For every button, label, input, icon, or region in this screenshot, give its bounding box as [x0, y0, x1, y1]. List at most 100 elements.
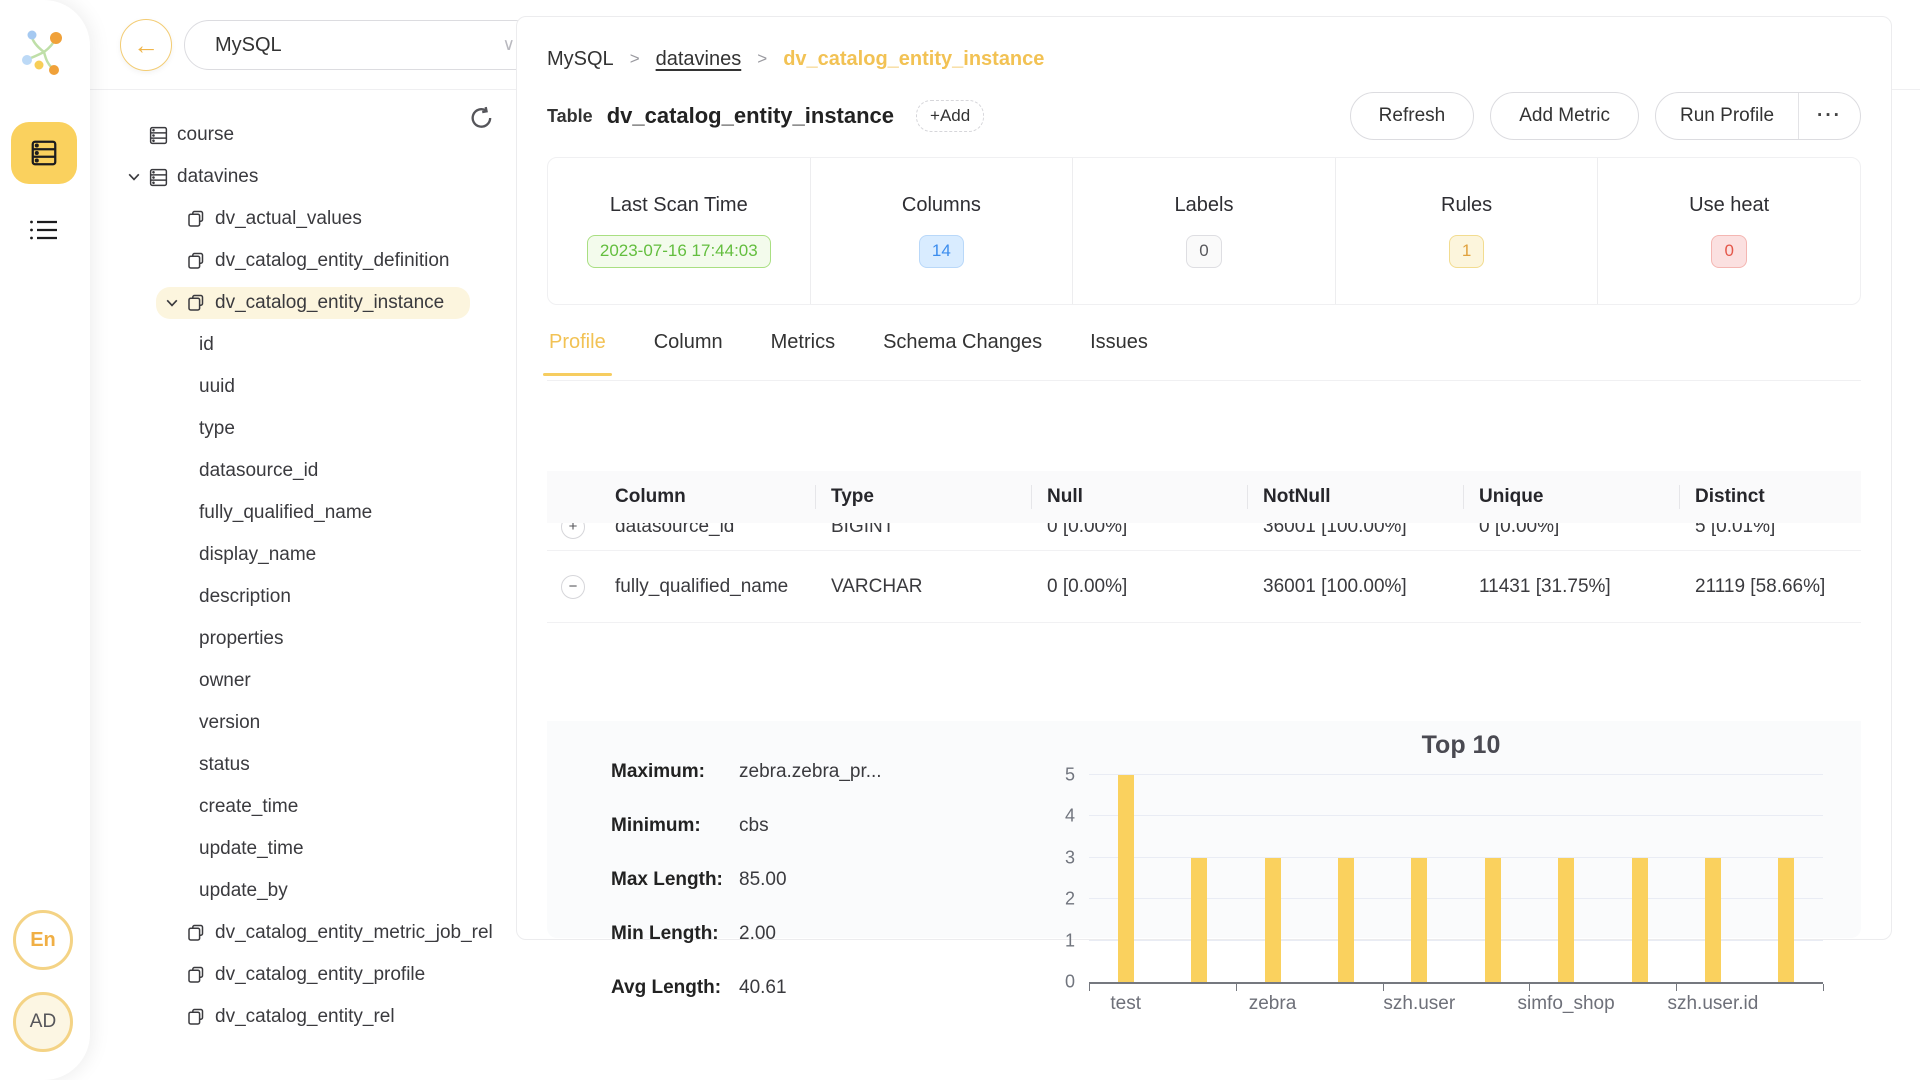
chart-gridline [1089, 774, 1823, 775]
action-buttons: Refresh Add Metric Run Profile ··· [1350, 92, 1861, 140]
back-button[interactable]: ← [120, 19, 172, 71]
cell-column: datasource_id [613, 523, 829, 538]
collapse-row-button[interactable]: − [561, 575, 585, 599]
tree-item-version[interactable]: version [100, 702, 508, 744]
chart-x-label: simfo_shop [1518, 993, 1615, 1015]
tree-item-create_time[interactable]: create_time [100, 786, 508, 828]
tree-item-type[interactable]: type [100, 408, 508, 450]
stat-value-badge: 0 [1711, 235, 1746, 268]
detail-max-length: Max Length:85.00 [611, 869, 941, 923]
chart-bar-slot [1603, 777, 1676, 982]
run-profile-button[interactable]: Run Profile [1656, 93, 1798, 139]
chart-bar-slot [1162, 777, 1235, 982]
tab-schema-changes[interactable]: Schema Changes [881, 323, 1044, 374]
table-icon [184, 965, 208, 985]
tree-item-label: dv_actual_values [215, 208, 362, 230]
cell-notnull: 36001 [100.00%] [1261, 576, 1477, 598]
tree-item-dv_catalog_entity_instance[interactable]: dv_catalog_entity_instance [100, 282, 508, 324]
table-icon [184, 251, 208, 271]
tree-item-update_time[interactable]: update_time [100, 828, 508, 870]
tree-item-id[interactable]: id [100, 324, 508, 366]
tree-item-dv_catalog_entity_metric_job_rel[interactable]: dv_catalog_entity_metric_job_rel [100, 912, 508, 954]
tab-column[interactable]: Column [652, 323, 725, 374]
tree-item-dv_catalog_entity_rel[interactable]: dv_catalog_entity_rel [100, 996, 508, 1038]
schema-tree: course datavines dv_actual_values dv_catalo… [100, 90, 508, 1038]
refresh-tree-icon[interactable] [468, 104, 496, 132]
tree-item-dv_catalog_entity_definition[interactable]: dv_catalog_entity_definition [100, 240, 508, 282]
tree-item-label: type [199, 418, 235, 440]
breadcrumb-datasource[interactable]: MySQL [547, 48, 614, 71]
tree-item-properties[interactable]: properties [100, 618, 508, 660]
list-icon [29, 217, 59, 243]
refresh-button[interactable]: Refresh [1350, 92, 1475, 140]
tree-item-update_by[interactable]: update_by [100, 870, 508, 912]
left-rail: En AD [0, 0, 90, 1080]
chart-bar-slot [1236, 777, 1309, 982]
expand-cell: + [547, 523, 613, 539]
tree-item-label: uuid [199, 376, 235, 398]
tree-item-datavines[interactable]: datavines [100, 156, 508, 198]
tree-item-owner[interactable]: owner [100, 660, 508, 702]
tree-item-label: description [199, 586, 291, 608]
cell-column: fully_qualified_name [613, 576, 829, 598]
chart-bar [1705, 858, 1721, 982]
breadcrumb: MySQL > datavines > dv_catalog_entity_in… [547, 43, 1044, 75]
chevron-down-icon[interactable] [122, 168, 146, 186]
tree-item-label: dv_catalog_entity_instance [215, 292, 444, 314]
expand-row-button[interactable]: + [561, 523, 585, 539]
tree-item-dv_actual_values[interactable]: dv_actual_values [100, 198, 508, 240]
tree-item-uuid[interactable]: uuid [100, 366, 508, 408]
tree-item-fully_qualified_name[interactable]: fully_qualified_name [100, 492, 508, 534]
chart-bar [1632, 858, 1648, 982]
tree-item-label: dv_catalog_entity_rel [215, 1006, 395, 1028]
chart-bar-slot [1309, 777, 1382, 982]
table-icon [184, 293, 208, 313]
table-stats-panel: Last Scan Time2023-07-16 17:44:03Columns… [547, 157, 1861, 305]
tree-item-description[interactable]: description [100, 576, 508, 618]
tab-profile[interactable]: Profile [547, 323, 608, 374]
tree-item-datasource_id[interactable]: datasource_id [100, 450, 508, 492]
chart-bar-slot [1089, 777, 1162, 982]
list-nav-button[interactable] [22, 210, 66, 250]
chevron-slot [160, 1008, 184, 1026]
tree-item-label: course [177, 124, 234, 146]
user-avatar[interactable]: AD [13, 992, 73, 1052]
chart-bar-slot [1676, 777, 1749, 982]
chevron-down-icon[interactable] [160, 294, 184, 312]
more-actions-button[interactable]: ··· [1798, 93, 1860, 139]
tree-item-label: dv_catalog_entity_metric_job_rel [215, 922, 493, 944]
tab-issues[interactable]: Issues [1088, 323, 1150, 374]
stat-rules: Rules1 [1335, 158, 1598, 304]
add-metric-button[interactable]: Add Metric [1490, 92, 1639, 140]
datasource-select[interactable]: MySQL ∨ [184, 20, 540, 70]
language-avatar[interactable]: En [13, 910, 73, 970]
database-icon [29, 138, 59, 168]
chart-bar-slot [1383, 777, 1456, 982]
page: ← MySQL ∨ SQL Editor coursedatavinesdv_a… [90, 0, 1920, 1080]
tree-item-label: properties [199, 628, 284, 650]
breadcrumb-separator: > [757, 49, 767, 69]
detail-value: 85.00 [739, 869, 787, 891]
cell-type: VARCHAR [829, 576, 1045, 598]
stat-label: Use heat [1689, 194, 1769, 217]
column-header-unique: Unique [1477, 486, 1693, 508]
catalog-nav-button[interactable] [11, 122, 77, 184]
chart-plot-area: 012345 [1089, 777, 1823, 984]
tree-item-dv_catalog_entity_profile[interactable]: dv_catalog_entity_profile [100, 954, 508, 996]
tree-item-course[interactable]: course [100, 114, 508, 156]
chart-bar-slot [1456, 777, 1529, 982]
detail-value: 2.00 [739, 923, 776, 945]
stat-value-badge: 14 [919, 235, 964, 268]
tree-item-status[interactable]: status [100, 744, 508, 786]
detail-value: cbs [739, 815, 769, 837]
detail-tabs: Profile Column Metrics Schema Changes Issues [547, 323, 1861, 381]
profile-table: ColumnTypeNullNotNullUniqueDistinct +dat… [547, 471, 1861, 939]
add-tag-button[interactable]: +Add [916, 100, 984, 132]
chevron-slot [122, 126, 146, 144]
breadcrumb-database-link[interactable]: datavines [656, 48, 742, 71]
chart-y-tick-label: 5 [1065, 765, 1075, 786]
tab-metrics[interactable]: Metrics [769, 323, 837, 374]
chevron-slot [160, 924, 184, 942]
tree-item-display_name[interactable]: display_name [100, 534, 508, 576]
table-icon [184, 923, 208, 943]
